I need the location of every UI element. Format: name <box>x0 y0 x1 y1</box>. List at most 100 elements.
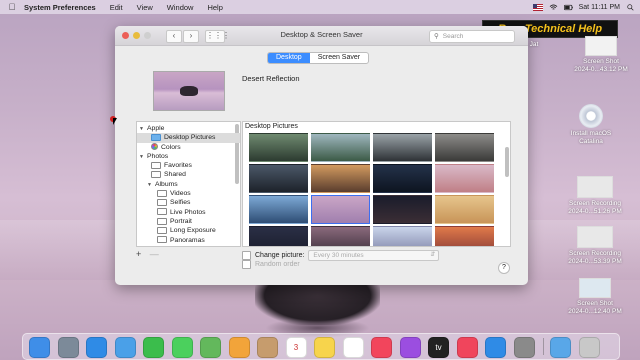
finder-icon[interactable] <box>29 337 50 358</box>
spotlight-icon[interactable] <box>626 3 635 11</box>
menu-help[interactable]: Help <box>207 3 222 12</box>
app-menu[interactable]: System Preferences <box>24 3 96 12</box>
wallpaper-thumbnail[interactable] <box>249 195 308 224</box>
wallpaper-thumbnail[interactable] <box>373 164 432 193</box>
wallpaper-thumbnail[interactable] <box>373 226 432 246</box>
album-icon <box>157 217 167 225</box>
desktop-item-screen-recording-1[interactable]: Screen Recording 2024-0...51.26 PM <box>562 176 628 215</box>
search-icon: ⚲ <box>434 33 439 40</box>
apple-menu-icon[interactable]:  <box>0 2 24 12</box>
dock-separator <box>543 338 544 355</box>
menu-bar:  System Preferences Edit View Window He… <box>0 0 640 14</box>
system-preferences-icon[interactable] <box>513 337 535 358</box>
tv-icon[interactable]: tv <box>428 337 449 358</box>
change-interval-select[interactable]: Every 30 minutes ⇵ <box>308 250 440 261</box>
add-remove-controls: + — <box>136 249 159 259</box>
wallpaper-thumbnail[interactable] <box>435 164 494 193</box>
source-item[interactable]: ▼ Albums <box>137 180 240 189</box>
music-icon[interactable] <box>371 337 392 358</box>
album-icon <box>157 189 167 197</box>
source-item[interactable]: ▼ Apple <box>137 124 240 133</box>
source-item[interactable]: Live Photos <box>137 208 240 217</box>
source-item-label: Albums <box>155 180 178 188</box>
cloud-icon <box>151 171 161 179</box>
menu-edit[interactable]: Edit <box>110 3 123 12</box>
wallpaper-thumbnail[interactable] <box>249 226 308 246</box>
input-source-flag-icon[interactable] <box>532 3 543 11</box>
desktop-item-screen-recording-2[interactable]: Screen Recording 2024-0...53.39 PM <box>562 226 628 265</box>
remove-folder-button[interactable]: — <box>150 249 159 259</box>
colors-icon <box>151 143 158 151</box>
picture-grid-scrollbar[interactable] <box>505 147 509 177</box>
wifi-icon[interactable] <box>549 3 558 11</box>
mail-icon[interactable] <box>114 337 136 358</box>
tab-screen-saver[interactable]: Screen Saver <box>310 53 368 63</box>
messages-icon[interactable] <box>171 337 193 358</box>
source-item[interactable]: Selfies <box>137 198 240 207</box>
wallpaper-thumbnail[interactable] <box>435 226 494 246</box>
source-item-label: Apple <box>147 125 165 132</box>
recording-thumbnail-icon <box>577 176 613 198</box>
reminders-icon[interactable] <box>342 337 364 358</box>
source-item[interactable]: Colors <box>137 143 240 152</box>
source-item[interactable]: Favorites <box>137 161 240 170</box>
add-folder-button[interactable]: + <box>136 249 141 259</box>
source-item-label: Live Photos <box>170 208 206 216</box>
wallpaper-thumbnail[interactable] <box>373 195 432 224</box>
source-item-label: Favorites <box>164 162 192 170</box>
wallpaper-thumbnail[interactable] <box>311 133 370 162</box>
wallpaper-thumbnail[interactable] <box>311 164 370 193</box>
change-picture-checkbox[interactable] <box>242 251 251 260</box>
search-placeholder: Search <box>442 33 464 40</box>
source-item-label: Colors <box>161 143 181 151</box>
grid-title: Desktop Pictures <box>245 123 298 130</box>
wallpaper-thumbnail[interactable] <box>311 195 370 224</box>
source-item[interactable]: Videos <box>137 189 240 198</box>
desktop-item-partial[interactable]: Jat <box>514 41 554 49</box>
safari-icon[interactable] <box>86 337 107 358</box>
wallpaper-thumbnail[interactable] <box>249 164 308 193</box>
disk-image-icon <box>579 104 603 128</box>
folder-icon <box>151 134 161 141</box>
source-item[interactable]: Desktop Pictures <box>137 133 240 143</box>
app-store-icon[interactable] <box>485 337 506 358</box>
help-button[interactable]: ? <box>498 262 510 274</box>
album-icon <box>157 226 167 234</box>
menu-window[interactable]: Window <box>167 3 194 12</box>
desktop-item-label: Install macOS Catalina <box>570 130 612 145</box>
window-titlebar[interactable]: ‹ › ⋮⋮⋮ Desktop & Screen Saver ⚲ Search <box>115 26 528 46</box>
contacts-icon[interactable] <box>257 337 278 358</box>
wallpaper-thumbnail[interactable] <box>435 195 494 224</box>
wallpaper-thumbnail[interactable] <box>435 133 494 162</box>
maps-icon[interactable] <box>200 337 221 358</box>
desktop-item-label: Screen Shot 2024-0...12.40 PM <box>568 300 622 315</box>
wallpaper-thumbnail[interactable] <box>249 133 308 162</box>
news-icon[interactable] <box>456 337 478 358</box>
random-order-checkbox[interactable] <box>242 260 251 269</box>
folder-icon[interactable] <box>550 337 571 358</box>
source-item[interactable]: ▼ Photos <box>137 152 240 161</box>
desktop-item-screen-shot-2[interactable]: Screen Shot 2024-0...12.40 PM <box>562 278 628 315</box>
source-item[interactable]: Portrait <box>137 217 240 226</box>
source-item-label: Selfies <box>170 199 191 207</box>
trash-icon[interactable] <box>578 337 600 358</box>
menu-view[interactable]: View <box>137 3 153 12</box>
wallpaper-thumbnail[interactable] <box>311 226 370 246</box>
search-field[interactable]: ⚲ Search <box>429 30 515 43</box>
facetime-icon[interactable] <box>143 337 164 358</box>
tab-desktop[interactable]: Desktop <box>268 53 310 63</box>
source-item[interactable]: Shared <box>137 170 240 179</box>
launchpad-icon[interactable] <box>57 337 79 358</box>
source-item[interactable]: Panoramas <box>137 236 240 245</box>
desktop-item-install-macos[interactable]: Install macOS Catalina <box>558 104 624 145</box>
notes-icon[interactable] <box>314 337 335 358</box>
source-item[interactable]: Long Exposure <box>137 226 240 235</box>
photos-icon[interactable] <box>228 337 250 358</box>
battery-icon[interactable] <box>563 4 573 11</box>
source-item-label: Panoramas <box>170 236 205 244</box>
wallpaper-thumbnail[interactable] <box>373 133 432 162</box>
desktop-item-screen-shot-1[interactable]: Screen Shot 2024-0...43.12 PM <box>568 36 634 73</box>
clock[interactable]: Sat 11:11 PM <box>579 4 620 11</box>
calendar-icon[interactable]: 3 <box>285 337 307 358</box>
podcasts-icon[interactable] <box>399 337 421 358</box>
